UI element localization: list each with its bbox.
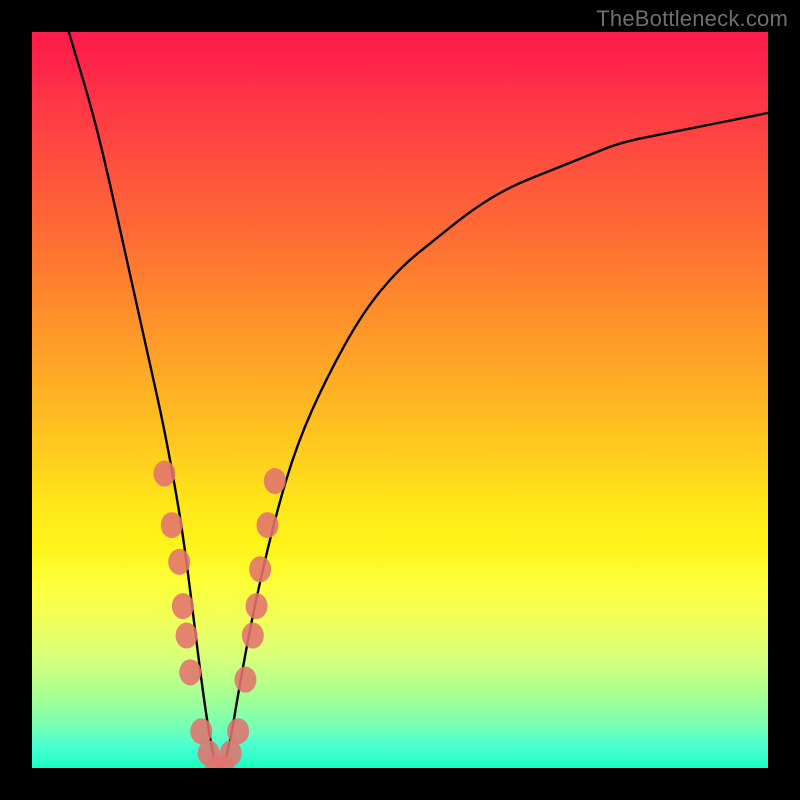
sample-point [179, 659, 201, 685]
curve-layer [32, 32, 768, 768]
sample-point [161, 512, 183, 538]
sample-point [264, 468, 286, 494]
sample-point [176, 623, 198, 649]
sample-point [234, 667, 256, 693]
sample-point [172, 593, 194, 619]
sample-point [257, 512, 279, 538]
chart-frame: TheBottleneck.com [0, 0, 800, 800]
sample-point [168, 549, 190, 575]
sample-point [242, 623, 264, 649]
sample-point [227, 718, 249, 744]
watermark-text: TheBottleneck.com [596, 6, 788, 32]
sample-point [153, 461, 175, 487]
plot-area [32, 32, 768, 768]
sample-point [249, 556, 271, 582]
sample-point [245, 593, 267, 619]
bottleneck-curve [69, 32, 768, 768]
sample-markers [153, 461, 285, 768]
